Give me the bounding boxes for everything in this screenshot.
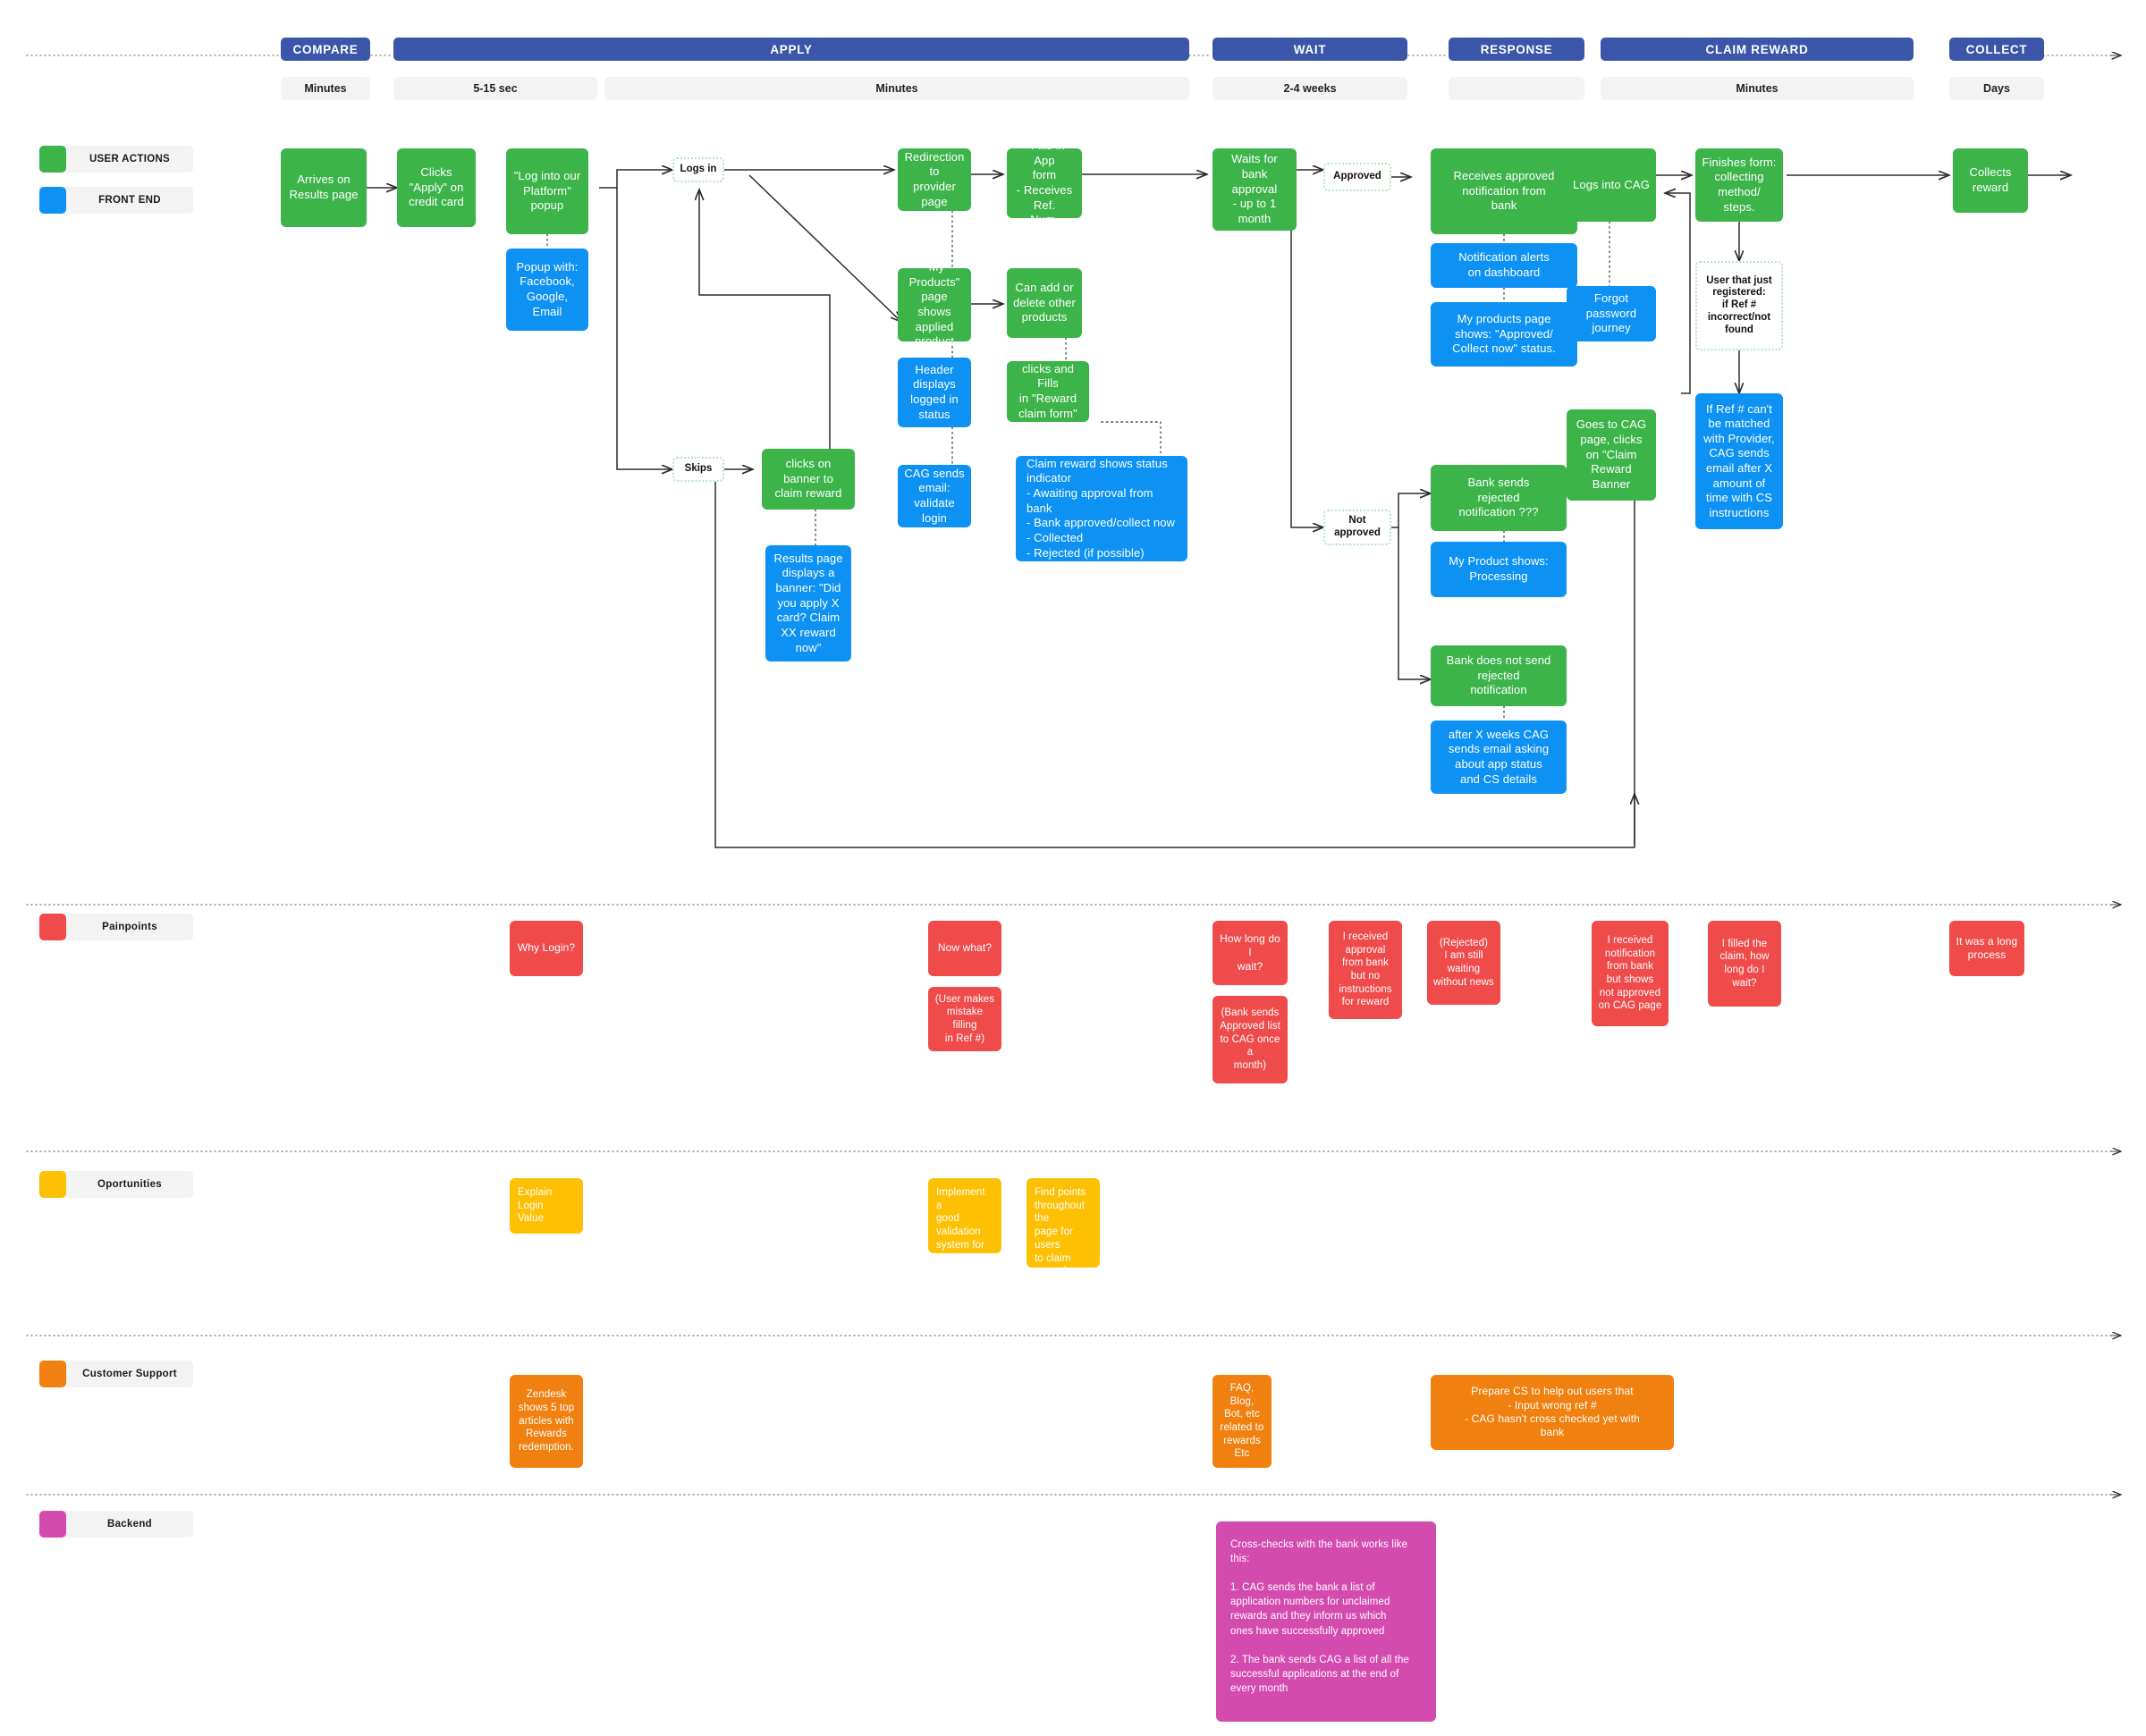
- node-logs-into-cag[interactable]: Logs into CAG: [1567, 148, 1656, 222]
- node-goes-to-cag-banner[interactable]: Goes to CAG page, clicks on "Claim Rewar…: [1567, 409, 1656, 501]
- swimlane-customer-support: Customer Support: [39, 1361, 193, 1387]
- painpoint-why-login[interactable]: Why Login?: [510, 921, 583, 976]
- node-claim-reward-status[interactable]: Claim reward shows status indicator - Aw…: [1016, 456, 1187, 561]
- phase-wait[interactable]: WAIT: [1212, 38, 1407, 61]
- node-header-logged-in[interactable]: Header displays logged in status: [898, 358, 971, 427]
- chip-approved[interactable]: Approved: [1323, 163, 1391, 191]
- node-clicks-apply[interactable]: Clicks "Apply" on credit card: [397, 148, 476, 227]
- connector-layer: [26, 0, 2146, 1736]
- node-bank-sends-rejected[interactable]: Bank sends rejected notification ???: [1431, 465, 1567, 531]
- painpoint-filled-claim[interactable]: I filled the claim, how long do I wait?: [1708, 921, 1781, 1007]
- chip-not-approved[interactable]: Not approved: [1323, 510, 1391, 545]
- phase-claim-reward[interactable]: CLAIM REWARD: [1601, 38, 1914, 61]
- legend-swatch-blue: [39, 187, 66, 214]
- painpoint-approved-list[interactable]: (Bank sends Approved list to CAG once a …: [1212, 996, 1288, 1083]
- node-fills-app-form[interactable]: - Fills in App form - Receives Ref. Num.: [1007, 139, 1082, 226]
- node-clicks-banner-claim[interactable]: clicks on banner to claim reward: [762, 449, 855, 510]
- chip-logs-in[interactable]: Logs in: [672, 157, 724, 182]
- node-finishes-form[interactable]: Finishes form: collecting method/ steps.: [1695, 148, 1783, 222]
- legend-label-user-actions: USER ACTIONS: [89, 154, 171, 164]
- backend-cross-check-process[interactable]: Cross-checks with the bank works like th…: [1216, 1521, 1436, 1722]
- journey-map-canvas: USER ACTIONS FRONT END COMPARE APPLY WAI…: [0, 0, 2146, 1736]
- node-my-product-processing[interactable]: My Product shows: Processing: [1431, 542, 1567, 597]
- support-faq-blog-bot[interactable]: FAQ, Blog, Bot, etc related to rewards E…: [1212, 1375, 1272, 1468]
- node-ref-not-matched-email[interactable]: If Ref # can't be matched with Provider,…: [1695, 393, 1783, 529]
- legend-front-end: FRONT END: [39, 187, 193, 214]
- painpoint-now-what[interactable]: Now what?: [928, 921, 1001, 976]
- swimlane-swatch-customer-support: [39, 1361, 66, 1387]
- support-prepare-cs[interactable]: Prepare CS to help out users that - Inpu…: [1431, 1375, 1674, 1450]
- node-login-popup[interactable]: "Log into our Platform" popup: [506, 148, 588, 234]
- node-redirection-provider[interactable]: Redirection to provider page: [898, 148, 971, 211]
- swimlane-label-painpoints: Painpoints: [102, 922, 157, 932]
- node-bank-no-rejected-notif[interactable]: Bank does not send rejected notification: [1431, 645, 1567, 706]
- node-cag-email-app-status[interactable]: after X weeks CAG sends email asking abo…: [1431, 721, 1567, 794]
- legend-label-front-end: FRONT END: [98, 195, 161, 206]
- swimlane-opportunities: Oportunities: [39, 1171, 193, 1198]
- node-arrives-results-page[interactable]: Arrives on Results page: [281, 148, 367, 227]
- chip-skips[interactable]: Skips: [672, 457, 724, 482]
- time-apply-b: Minutes: [604, 77, 1189, 100]
- time-collect: Days: [1949, 77, 2044, 100]
- phase-apply[interactable]: APPLY: [393, 38, 1189, 61]
- legend-swatch-green: [39, 146, 66, 173]
- painpoint-long-process[interactable]: It was a long process: [1949, 921, 2024, 976]
- node-fills-reward-claim[interactable]: clicks and Fills in "Reward claim form": [1007, 361, 1089, 422]
- painpoint-ref-mistake[interactable]: (User makes mistake filling in Ref #): [928, 987, 1001, 1051]
- support-zendesk-articles[interactable]: Zendesk shows 5 top articles with Reward…: [510, 1375, 583, 1468]
- node-my-products-approved[interactable]: My products page shows: "Approved/ Colle…: [1431, 302, 1577, 367]
- node-forgot-password[interactable]: Forgot password journey: [1567, 286, 1656, 341]
- phase-collect[interactable]: COLLECT: [1949, 38, 2044, 61]
- time-claim-reward: Minutes: [1601, 77, 1914, 100]
- swimlane-painpoints: Painpoints: [39, 914, 193, 940]
- legend-user-actions: USER ACTIONS: [39, 146, 193, 173]
- time-apply-a: 5-15 sec: [393, 77, 597, 100]
- time-compare: Minutes: [281, 77, 370, 100]
- opportunity-explain-login-value[interactable]: Explain Login Value: [510, 1178, 583, 1234]
- node-results-page-banner[interactable]: Results page displays a banner: "Did you…: [765, 545, 851, 662]
- swimlane-label-opportunities: Oportunities: [97, 1179, 162, 1190]
- swimlane-swatch-backend: [39, 1511, 66, 1538]
- phase-response[interactable]: RESPONSE: [1449, 38, 1584, 61]
- node-receives-approved-notif[interactable]: Receives approved notification from bank: [1431, 148, 1577, 234]
- painpoint-how-long-wait[interactable]: How long do I wait?: [1212, 921, 1288, 985]
- node-add-delete-products[interactable]: Can add or delete other products: [1007, 268, 1082, 338]
- painpoint-not-approved-cag[interactable]: I received notification from bank but sh…: [1592, 921, 1669, 1026]
- swimlane-label-customer-support: Customer Support: [82, 1369, 177, 1379]
- node-notification-alerts[interactable]: Notification alerts on dashboard: [1431, 243, 1577, 288]
- node-cag-validate-email[interactable]: CAG sends email: validate login: [898, 465, 971, 527]
- swimlane-label-backend: Backend: [106, 1519, 153, 1530]
- swimlane-swatch-painpoints: [39, 914, 66, 940]
- opportunity-find-points[interactable]: Find points throughout the page for user…: [1027, 1178, 1100, 1277]
- node-my-products-page[interactable]: "My Products" page shows applied product: [898, 260, 971, 348]
- time-response: [1449, 77, 1584, 100]
- swimlane-backend: Backend: [39, 1511, 193, 1538]
- node-collects-reward[interactable]: Collects reward: [1953, 148, 2028, 213]
- time-wait: 2-4 weeks: [1212, 77, 1407, 100]
- opportunity-validation-ref[interactable]: Implement a good validation system for t…: [928, 1178, 1001, 1277]
- phase-compare[interactable]: COMPARE: [281, 38, 370, 61]
- swimlane-swatch-opportunities: [39, 1171, 66, 1198]
- painpoint-no-instructions[interactable]: I received approval from bank but no ins…: [1329, 921, 1402, 1019]
- node-waits-bank-approval[interactable]: Waits for bank approval - up to 1 month: [1212, 148, 1297, 231]
- chip-user-just-registered[interactable]: User that just registered: if Ref # inco…: [1695, 261, 1783, 350]
- painpoint-rejected-waiting[interactable]: (Rejected) I am still waiting without ne…: [1427, 921, 1500, 1005]
- node-popup-providers[interactable]: Popup with: Facebook, Google, Email: [506, 249, 588, 331]
